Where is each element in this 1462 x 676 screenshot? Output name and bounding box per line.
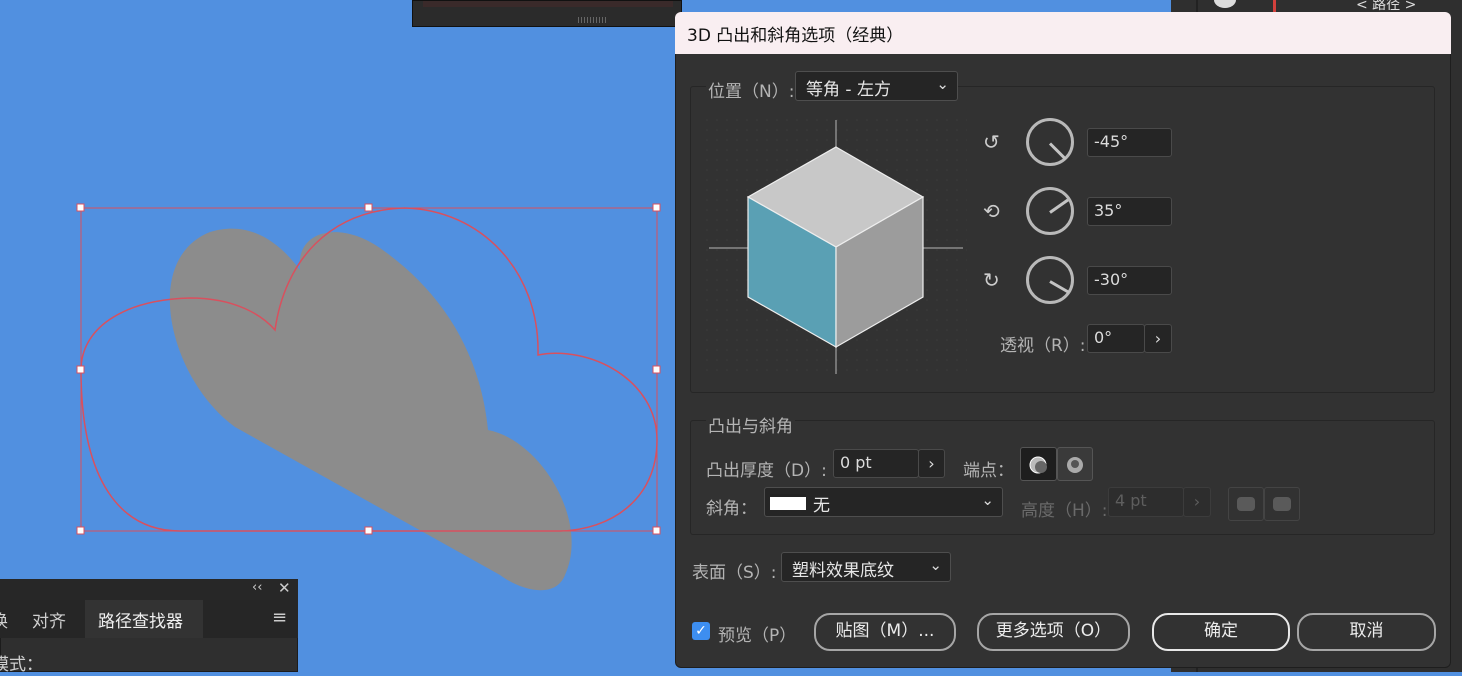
selection-handle[interactable]	[652, 526, 661, 535]
selection-handle[interactable]	[76, 365, 85, 374]
map-art-button[interactable]: 贴图（M）...	[814, 613, 956, 651]
preview-label[interactable]: 预览（P）	[718, 621, 796, 646]
position-select[interactable]: 等角 - 左方 ⌄	[795, 71, 958, 101]
cap-on-button[interactable]	[1020, 447, 1057, 481]
bevel-value: 无	[813, 496, 830, 516]
selection-handle[interactable]	[652, 203, 661, 212]
resize-grip[interactable]	[578, 17, 608, 23]
chevron-down-icon: ⌄	[936, 75, 949, 93]
rotate-z-dial[interactable]	[1026, 256, 1074, 304]
selection-handle[interactable]	[76, 526, 85, 535]
rotate-x-dial[interactable]	[1026, 118, 1074, 166]
bevel-out-button	[1228, 487, 1264, 521]
gray-cloud-shape[interactable]	[169, 228, 572, 591]
rotate-y-dial[interactable]	[1026, 187, 1074, 235]
navigator-thumbnail	[412, 0, 682, 27]
menu-icon[interactable]: ≡	[272, 607, 287, 628]
chevron-down-icon: ⌄	[929, 556, 942, 574]
cancel-button[interactable]: 取消	[1297, 613, 1436, 651]
close-icon[interactable]: ✕	[278, 579, 291, 597]
selection-handle[interactable]	[364, 203, 373, 212]
bevel-in-icon	[1273, 497, 1291, 511]
rotate-x-field[interactable]: -45°	[1087, 128, 1172, 157]
tab-align[interactable]: 对齐	[32, 607, 66, 632]
selection-handle[interactable]	[652, 365, 661, 374]
more-options-button[interactable]: 更多选项（O）	[977, 613, 1130, 651]
shape-mode-label: 模式：	[0, 655, 43, 675]
panel-header: ‹‹ ✕	[0, 579, 298, 600]
bevel-swatch-icon	[770, 494, 806, 510]
tab-pathfinder[interactable]: 路径查找器	[98, 607, 183, 632]
position-value: 等角 - 左方	[806, 80, 891, 100]
selection-handle[interactable]	[364, 526, 373, 535]
bevel-in-button	[1264, 487, 1300, 521]
bevel-label: 斜角：	[706, 499, 757, 519]
rotate-z-field[interactable]: -30°	[1087, 266, 1172, 295]
cap-label: 端点：	[963, 461, 1014, 481]
surface-value: 塑料效果底纹	[792, 561, 894, 581]
extrude-depth-slider-button[interactable]: ›	[918, 449, 945, 478]
ok-button[interactable]: 确定	[1152, 613, 1290, 651]
extrude-section-title: 凸出与斜角	[706, 412, 795, 437]
selection-handle[interactable]	[76, 203, 85, 212]
cap-on-icon	[1029, 456, 1047, 474]
rotate-y-field[interactable]: 35°	[1087, 197, 1172, 226]
surface-label: 表面（S）:	[692, 563, 777, 583]
position-label: 位置（N）:	[706, 77, 797, 102]
preview-checkbox[interactable]: ✓	[692, 622, 710, 640]
cap-off-icon	[1067, 457, 1083, 473]
height-field: 4 pt	[1108, 487, 1184, 517]
tab-transform[interactable]: 换	[0, 607, 8, 632]
bevel-out-icon	[1237, 497, 1255, 511]
bevel-select[interactable]: 无 ⌄	[764, 487, 1003, 517]
rotate-z-icon: ↻	[983, 268, 1000, 292]
collapse-icon[interactable]: ‹‹	[252, 580, 262, 595]
extrude-depth-field[interactable]: 0 pt	[833, 449, 919, 478]
extrude-depth-label: 凸出厚度（D）:	[706, 461, 827, 481]
dialog-title[interactable]: 3D 凸出和斜角选项（经典）	[675, 12, 1451, 54]
chevron-down-icon: ⌄	[981, 491, 994, 509]
rotate-y-icon: ⟲	[983, 199, 1000, 223]
perspective-slider-button[interactable]: ›	[1144, 324, 1172, 353]
rotation-track-cube[interactable]	[705, 118, 967, 378]
thumbnail-preview	[423, 1, 673, 7]
perspective-field[interactable]: 0°	[1087, 324, 1145, 353]
rotate-x-icon: ↺	[983, 130, 1000, 154]
cap-off-button[interactable]	[1057, 447, 1093, 481]
height-slider-button: ›	[1183, 487, 1211, 517]
height-label: 高度（H）:	[1021, 501, 1108, 521]
perspective-label: 透视（R）:	[1000, 336, 1086, 356]
surface-select[interactable]: 塑料效果底纹 ⌄	[781, 552, 951, 582]
